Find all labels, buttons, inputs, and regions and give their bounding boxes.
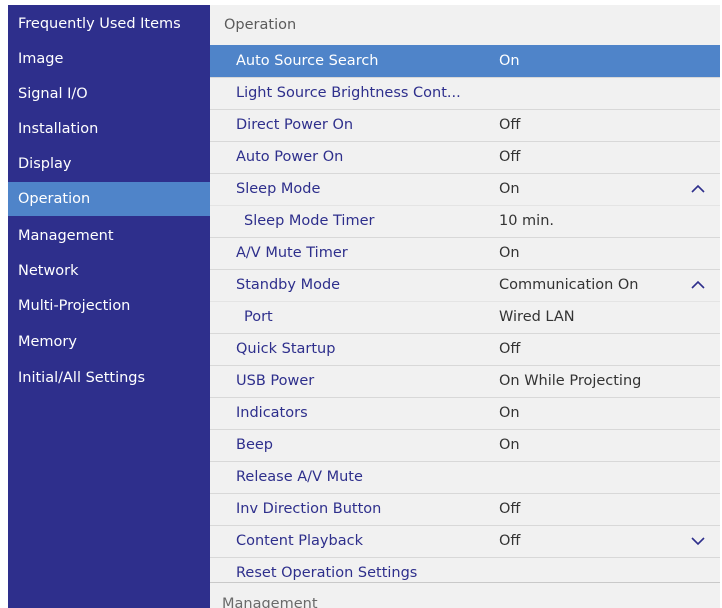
panel-title: Operation bbox=[224, 17, 297, 33]
sidebar-item-memory[interactable]: Memory bbox=[8, 325, 210, 359]
setting-label: Direct Power On bbox=[236, 117, 354, 133]
setting-row-reset-operation-settings[interactable]: Reset Operation Settings bbox=[210, 557, 720, 589]
setting-value: Communication On bbox=[499, 277, 639, 293]
sidebar-item-display[interactable]: Display bbox=[8, 147, 210, 181]
setting-label: Content Playback bbox=[236, 533, 363, 549]
setting-label: Inv Direction Button bbox=[236, 501, 382, 517]
sidebar-item-multi-projection[interactable]: Multi-Projection bbox=[8, 289, 210, 323]
setting-row-inv-direction-button[interactable]: Inv Direction Button Off bbox=[210, 493, 720, 525]
projector-menu: Frequently Used Items Image Signal I/O I… bbox=[8, 5, 720, 608]
setting-label: Release A/V Mute bbox=[236, 469, 363, 485]
setting-label: Light Source Brightness Cont... bbox=[236, 85, 461, 101]
setting-row-light-source-brightness[interactable]: Light Source Brightness Cont... bbox=[210, 77, 720, 109]
chevron-up-icon[interactable] bbox=[690, 279, 706, 291]
chevron-up-icon[interactable] bbox=[690, 183, 706, 195]
sidebar-item-image[interactable]: Image bbox=[8, 42, 210, 76]
sidebar-item-network[interactable]: Network bbox=[8, 254, 210, 288]
setting-label: Indicators bbox=[236, 405, 308, 421]
setting-value: Wired LAN bbox=[499, 309, 575, 325]
setting-value: On While Projecting bbox=[499, 373, 642, 389]
setting-value: On bbox=[499, 437, 520, 453]
setting-label: Sleep Mode Timer bbox=[244, 213, 375, 229]
setting-label: USB Power bbox=[236, 373, 315, 389]
setting-row-sleep-mode[interactable]: Sleep Mode On bbox=[210, 173, 720, 205]
sidebar: Frequently Used Items Image Signal I/O I… bbox=[8, 5, 210, 608]
setting-value: On bbox=[499, 245, 520, 261]
setting-row-direct-power-on[interactable]: Direct Power On Off bbox=[210, 109, 720, 141]
next-section-title: Management bbox=[222, 596, 318, 608]
sidebar-item-operation[interactable]: Operation bbox=[8, 182, 210, 216]
setting-label: Quick Startup bbox=[236, 341, 336, 357]
setting-label: Port bbox=[244, 309, 273, 325]
setting-row-auto-source-search[interactable]: Auto Source Search On bbox=[210, 45, 720, 77]
sidebar-item-frequently-used-items[interactable]: Frequently Used Items bbox=[8, 7, 210, 41]
setting-label: Standby Mode bbox=[236, 277, 341, 293]
setting-label: Auto Power On bbox=[236, 149, 344, 165]
setting-label: Auto Source Search bbox=[236, 53, 379, 69]
setting-label: Reset Operation Settings bbox=[236, 565, 418, 581]
setting-value: Off bbox=[499, 117, 521, 133]
setting-value: Off bbox=[499, 501, 521, 517]
setting-row-standby-mode[interactable]: Standby Mode Communication On bbox=[210, 269, 720, 301]
setting-row-sleep-mode-timer[interactable]: Sleep Mode Timer 10 min. bbox=[210, 205, 720, 237]
setting-value: On bbox=[499, 405, 520, 421]
sidebar-item-management[interactable]: Management bbox=[8, 219, 210, 253]
section-divider bbox=[210, 582, 720, 583]
setting-row-quick-startup[interactable]: Quick Startup Off bbox=[210, 333, 720, 365]
chevron-down-icon[interactable] bbox=[690, 535, 706, 547]
setting-value: Off bbox=[499, 341, 521, 357]
setting-value: Off bbox=[499, 149, 521, 165]
setting-value: Off bbox=[499, 533, 521, 549]
settings-panel: Operation Auto Source Search On Light So… bbox=[210, 5, 720, 608]
setting-row-port[interactable]: Port Wired LAN bbox=[210, 301, 720, 333]
setting-row-auto-power-on[interactable]: Auto Power On Off bbox=[210, 141, 720, 173]
setting-label: A/V Mute Timer bbox=[236, 245, 348, 261]
setting-label: Beep bbox=[236, 437, 273, 453]
setting-row-indicators[interactable]: Indicators On bbox=[210, 397, 720, 429]
sidebar-item-signal-io[interactable]: Signal I/O bbox=[8, 77, 210, 111]
setting-row-content-playback[interactable]: Content Playback Off bbox=[210, 525, 720, 557]
setting-value: 10 min. bbox=[499, 213, 555, 229]
setting-value: On bbox=[499, 181, 520, 197]
sidebar-item-installation[interactable]: Installation bbox=[8, 112, 210, 146]
setting-row-av-mute-timer[interactable]: A/V Mute Timer On bbox=[210, 237, 720, 269]
sidebar-item-initial-all-settings[interactable]: Initial/All Settings bbox=[8, 361, 210, 395]
setting-label: Sleep Mode bbox=[236, 181, 321, 197]
setting-value: On bbox=[499, 53, 520, 69]
setting-row-beep[interactable]: Beep On bbox=[210, 429, 720, 461]
setting-row-usb-power[interactable]: USB Power On While Projecting bbox=[210, 365, 720, 397]
setting-row-release-av-mute[interactable]: Release A/V Mute bbox=[210, 461, 720, 493]
